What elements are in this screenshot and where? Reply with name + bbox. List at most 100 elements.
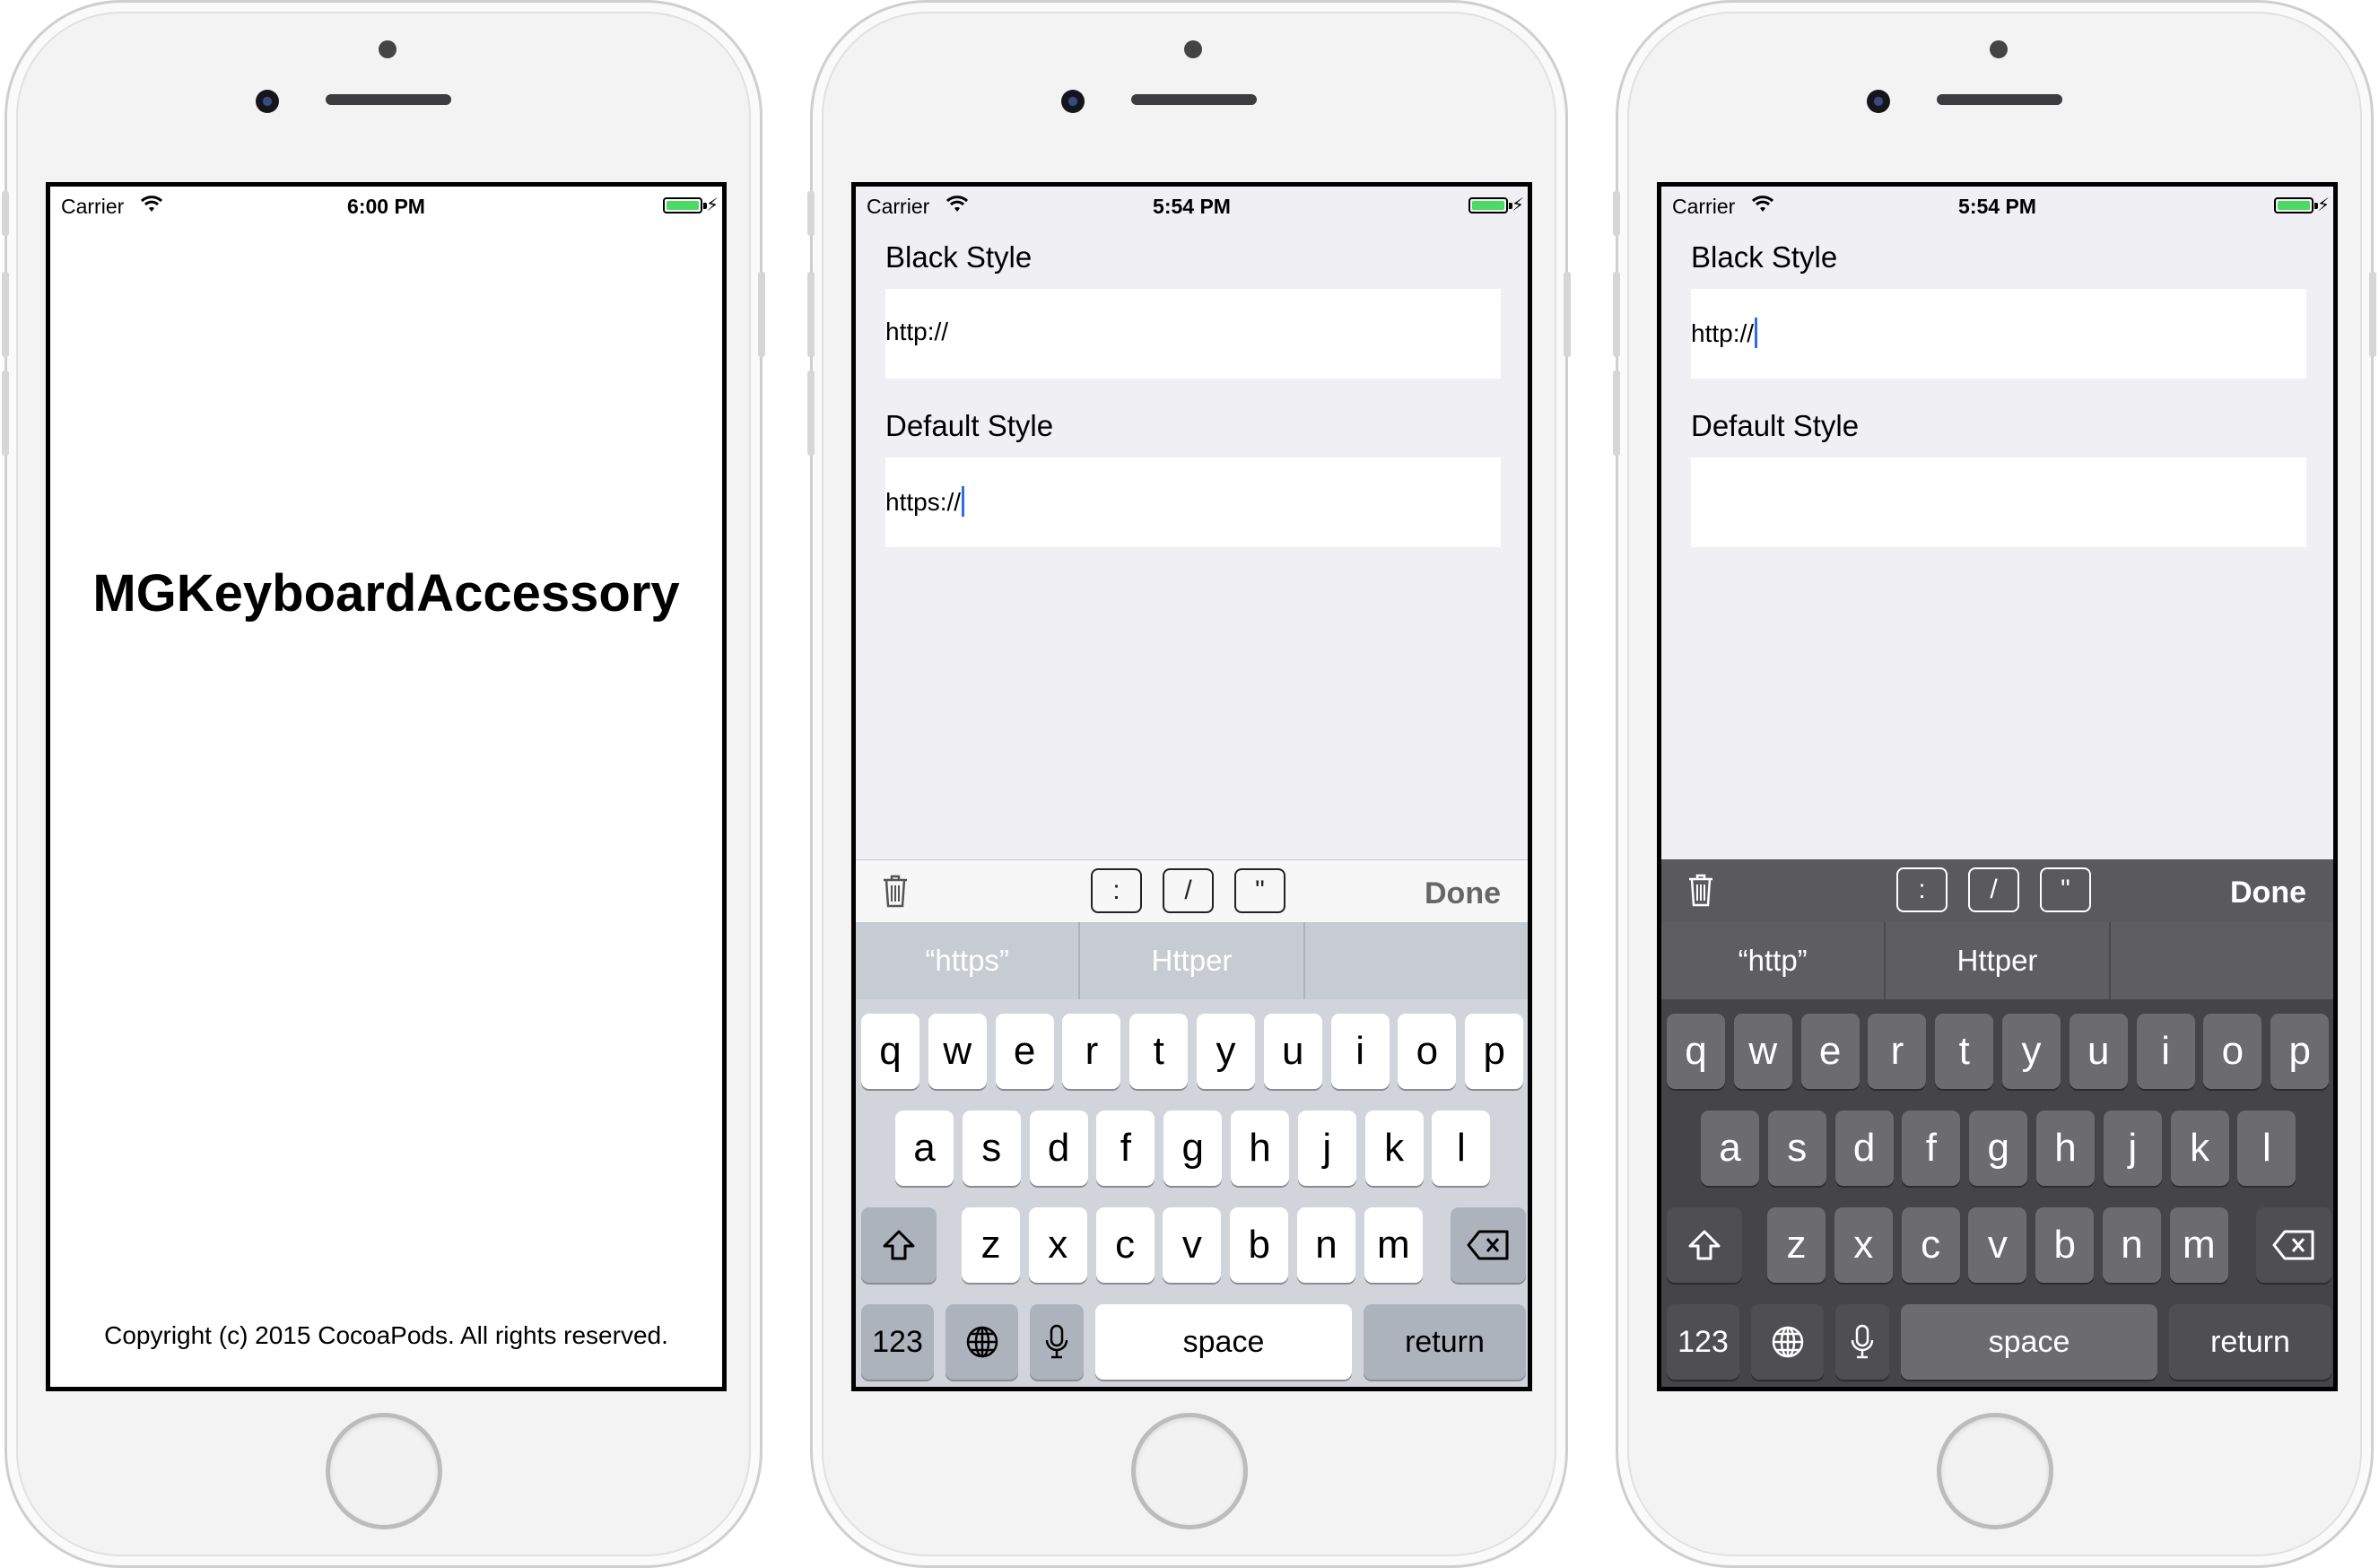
volume-down-button [1613, 370, 1620, 456]
key-m[interactable]: m [2169, 1207, 2228, 1283]
key-b[interactable]: b [1230, 1207, 1289, 1283]
default-style-field[interactable]: https:// [885, 457, 1501, 547]
key-s[interactable]: s [962, 1111, 1021, 1186]
delete-key[interactable] [1451, 1207, 1526, 1283]
done-button[interactable]: Done [1425, 876, 1501, 911]
volume-up-button [807, 272, 815, 357]
globe-key[interactable] [1751, 1304, 1824, 1380]
key-q[interactable]: q [861, 1014, 919, 1089]
key-c[interactable]: c [1901, 1207, 1960, 1283]
accessory-colon-key[interactable]: : [1896, 867, 1948, 912]
key-k[interactable]: k [1364, 1111, 1424, 1186]
key-p[interactable]: p [1465, 1014, 1524, 1089]
default-style-field[interactable] [1691, 457, 2306, 547]
key-p[interactable]: p [2270, 1014, 2330, 1089]
key-a[interactable]: a [895, 1111, 954, 1186]
key-r[interactable]: r [1868, 1014, 1927, 1089]
key-m[interactable]: m [1364, 1207, 1423, 1283]
key-h[interactable]: h [2036, 1111, 2095, 1186]
key-e[interactable]: e [995, 1014, 1054, 1089]
suggestion-2[interactable]: Httper [1884, 922, 2108, 999]
globe-key[interactable] [946, 1304, 1018, 1380]
accessory-slash-key[interactable]: / [1163, 868, 1214, 913]
key-a[interactable]: a [1701, 1111, 1759, 1186]
return-key[interactable]: return [2169, 1304, 2331, 1380]
key-e[interactable]: e [1800, 1014, 1860, 1089]
key-x[interactable]: x [1028, 1207, 1087, 1283]
key-f[interactable]: f [1096, 1111, 1155, 1186]
key-i[interactable]: i [1330, 1014, 1390, 1089]
key-l[interactable]: l [2237, 1111, 2296, 1186]
key-t[interactable]: t [1935, 1014, 1994, 1089]
suggestion-1[interactable]: “https” [856, 922, 1078, 999]
suggestion-bar: “https” Httper [856, 922, 1528, 999]
key-v[interactable]: v [1163, 1207, 1222, 1283]
black-style-field[interactable]: http:// [885, 289, 1501, 379]
done-button[interactable]: Done [2230, 875, 2306, 910]
suggestion-1[interactable]: “http” [1661, 922, 1884, 999]
accessory-slash-key[interactable]: / [1968, 867, 2019, 912]
key-u[interactable]: u [2069, 1014, 2128, 1089]
black-style-label: Black Style [885, 240, 1033, 274]
suggestion-3[interactable] [1303, 922, 1528, 999]
key-k[interactable]: k [2170, 1111, 2229, 1186]
app-title: MGKeyboardAccessory [92, 564, 680, 623]
numbers-key[interactable]: 123 [861, 1304, 934, 1380]
default-style-value: https:// [885, 488, 962, 516]
key-h[interactable]: h [1231, 1111, 1289, 1186]
key-n[interactable]: n [1297, 1207, 1355, 1283]
power-button [2369, 272, 2376, 357]
key-f[interactable]: f [1902, 1111, 1961, 1186]
key-x[interactable]: x [1834, 1207, 1893, 1283]
key-n[interactable]: n [2103, 1207, 2161, 1283]
home-button[interactable] [1131, 1413, 1248, 1529]
key-b[interactable]: b [2035, 1207, 2095, 1283]
key-r[interactable]: r [1062, 1014, 1121, 1089]
home-button[interactable] [326, 1413, 442, 1529]
shift-key[interactable] [1667, 1207, 1742, 1283]
key-i[interactable]: i [2136, 1014, 2195, 1089]
key-o[interactable]: o [2203, 1014, 2262, 1089]
accessory-colon-key[interactable]: : [1091, 868, 1142, 913]
key-z[interactable]: z [962, 1207, 1020, 1283]
space-key[interactable]: space [1095, 1304, 1352, 1380]
key-w[interactable]: w [928, 1014, 987, 1089]
suggestion-2[interactable]: Httper [1078, 922, 1303, 999]
key-d[interactable]: d [1834, 1111, 1894, 1186]
black-style-field[interactable]: http:// [1691, 289, 2306, 379]
key-o[interactable]: o [1398, 1014, 1457, 1089]
accessory-quote-key[interactable]: " [1234, 868, 1285, 913]
trash-icon[interactable] [881, 873, 910, 909]
key-q[interactable]: q [1667, 1014, 1725, 1089]
space-key[interactable]: space [1901, 1304, 2157, 1380]
key-z[interactable]: z [1767, 1207, 1826, 1283]
delete-key[interactable] [2256, 1207, 2331, 1283]
trash-icon[interactable] [1686, 872, 1715, 908]
key-y[interactable]: y [2002, 1014, 2061, 1089]
key-g[interactable]: g [1969, 1111, 2028, 1186]
shift-key[interactable] [861, 1207, 937, 1283]
key-w[interactable]: w [1733, 1014, 1792, 1089]
proximity-sensor [1990, 40, 2008, 58]
key-d[interactable]: d [1029, 1111, 1088, 1186]
dictation-key[interactable] [1835, 1304, 1889, 1380]
key-j[interactable]: j [2103, 1111, 2162, 1186]
key-u[interactable]: u [1263, 1014, 1322, 1089]
numbers-key[interactable]: 123 [1667, 1304, 1739, 1380]
key-v[interactable]: v [1968, 1207, 2027, 1283]
key-y[interactable]: y [1197, 1014, 1255, 1089]
globe-icon [1770, 1324, 1806, 1360]
home-button[interactable] [1937, 1413, 2053, 1529]
dictation-key[interactable] [1030, 1304, 1084, 1380]
key-j[interactable]: j [1297, 1111, 1356, 1186]
default-style-label: Default Style [1691, 409, 1860, 442]
microphone-icon [1043, 1323, 1070, 1361]
key-s[interactable]: s [1767, 1111, 1826, 1186]
accessory-quote-key[interactable]: " [2040, 867, 2091, 912]
key-l[interactable]: l [1432, 1111, 1491, 1186]
suggestion-3[interactable] [2108, 922, 2333, 999]
key-c[interactable]: c [1095, 1207, 1155, 1283]
key-t[interactable]: t [1129, 1014, 1189, 1089]
key-g[interactable]: g [1163, 1111, 1223, 1186]
return-key[interactable]: return [1364, 1304, 1526, 1380]
